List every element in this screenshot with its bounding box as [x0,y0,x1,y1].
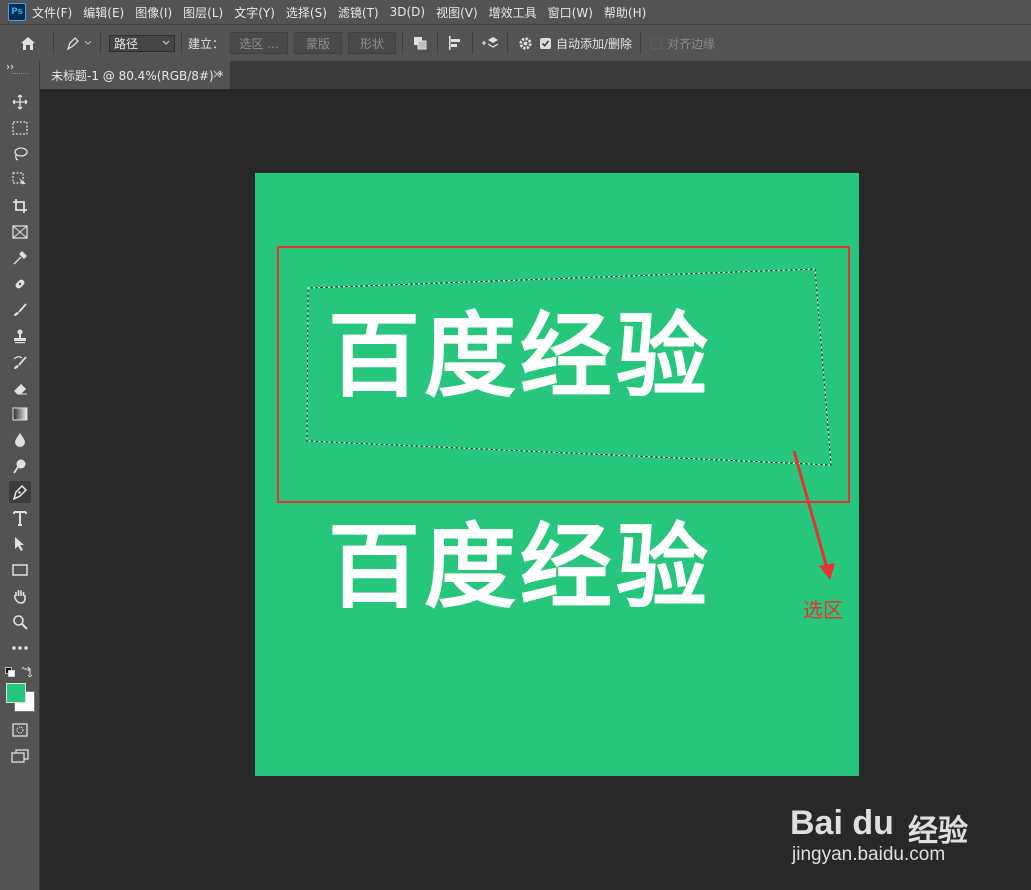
annotation-overlay [277,246,850,580]
annotation-label: 选区 [803,598,843,622]
red-arrow-head [819,563,835,580]
red-highlight-box [277,246,850,503]
marching-ants-selection [306,268,832,466]
marching-ants-selection-dark [306,268,832,466]
baidu-logo: Bai du [790,804,894,842]
watermark-url: jingyan.baidu.com [792,844,946,865]
red-arrow-line [792,450,829,569]
baidu-watermark: Bai du 经验 jingyan.baidu.com [790,800,990,870]
